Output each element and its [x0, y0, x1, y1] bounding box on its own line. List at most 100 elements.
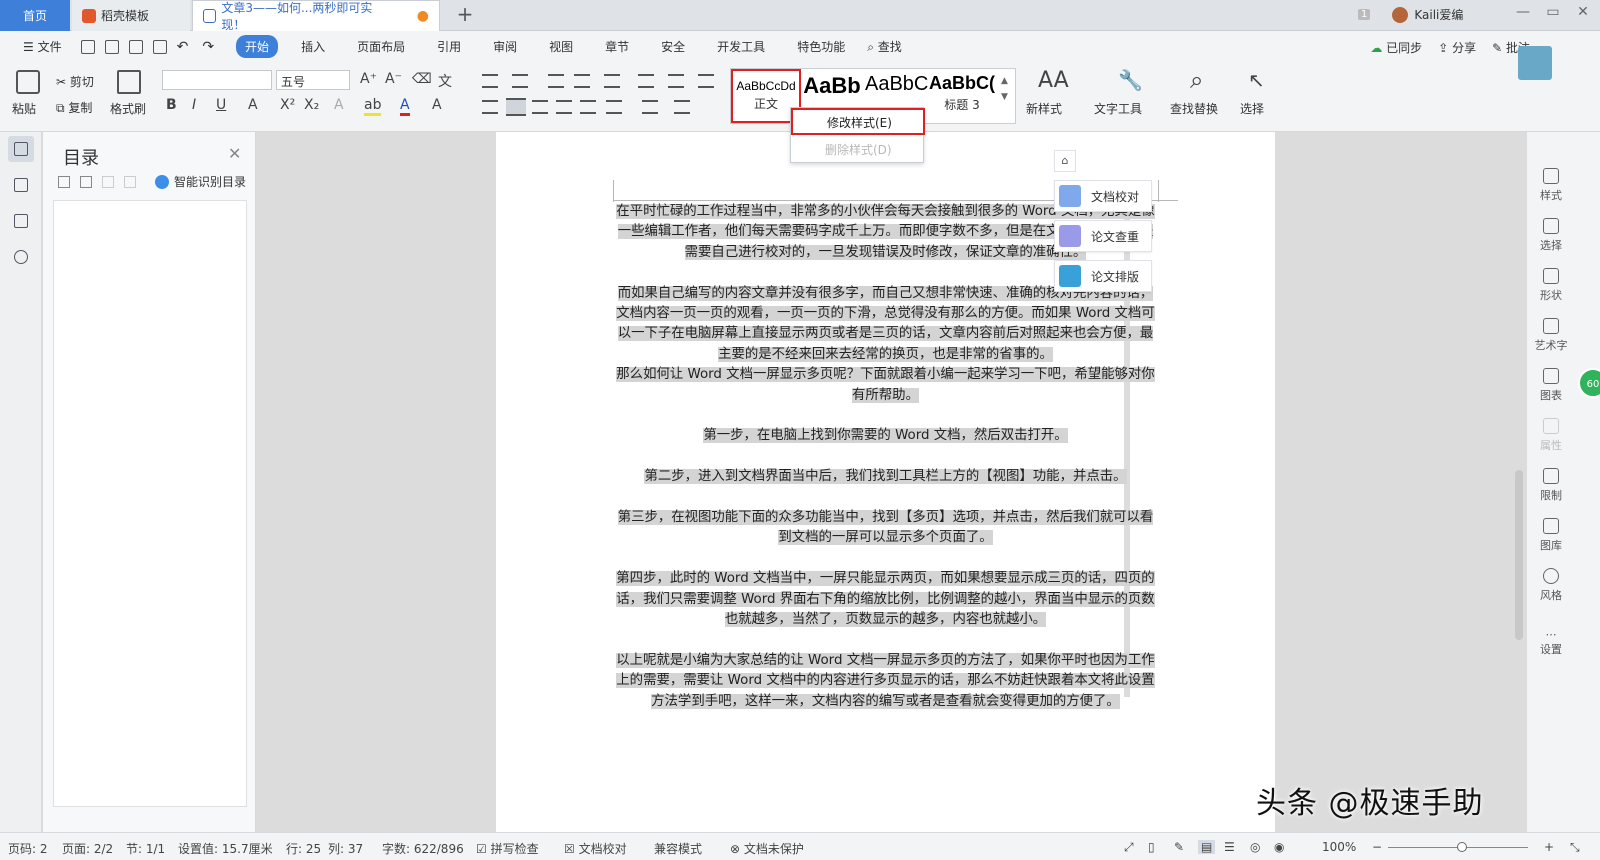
paragraph[interactable]: 那么如何让 Word 文档一屏显示多页呢？下面就跟着小编一起来学习一下吧，希望能… [613, 365, 1158, 406]
increase-indent-icon[interactable] [574, 74, 590, 88]
rail-settings[interactable]: ⋯ 设置 [1527, 628, 1575, 657]
char-shading-icon[interactable]: A [432, 97, 442, 113]
toc-toggle[interactable] [8, 136, 34, 162]
rail-restrict[interactable]: 限制 [1527, 468, 1575, 503]
share-button[interactable]: ⇪ 分享 [1438, 39, 1476, 56]
redo-icon[interactable]: ↷ [202, 39, 214, 55]
paragraph[interactable]: 第三步，在视图功能下面的众多功能当中，找到【多页】选项，并点击，然后我们就可以看… [613, 508, 1158, 549]
gallery-scroll-icon[interactable]: ▲ ▼ [1001, 73, 1008, 105]
style-heading1[interactable]: AaBb [801, 73, 863, 99]
print-preview-icon[interactable] [152, 39, 167, 54]
menu-features[interactable]: 特色功能 [788, 35, 854, 58]
undo-icon[interactable]: ↶ [177, 39, 189, 55]
zoom-level[interactable]: 100% [1322, 840, 1356, 854]
menu-section[interactable]: 章节 [596, 35, 638, 58]
shading-icon[interactable] [642, 100, 658, 114]
paste-label[interactable]: 粘贴 [12, 100, 36, 117]
tab-document[interactable]: 文章3——如何...两秒即可实现！ ● [192, 0, 440, 32]
status-words[interactable]: 字数: 622/896 [382, 840, 464, 857]
write-mode-icon[interactable]: ✎ [1174, 840, 1184, 854]
font-grow-icon[interactable]: A⁺ [360, 71, 377, 87]
rail-chart[interactable]: 图表 [1527, 368, 1575, 403]
menu-view[interactable]: 视图 [540, 35, 582, 58]
sort-icon[interactable] [638, 74, 654, 88]
user-area[interactable]: 1 Kaili爱编 [1358, 6, 1463, 23]
clear-format-icon[interactable]: ⌫ [412, 71, 432, 87]
tab-home[interactable]: 首页 [0, 0, 70, 31]
paragraph[interactable]: 而如果自己编写的内容文章并没有很多字，而自己又想非常快速、准确的核对完内容的话，… [613, 284, 1158, 366]
bullet-list-icon[interactable] [482, 74, 498, 88]
export-icon[interactable] [104, 39, 119, 54]
outline-view-icon[interactable]: ☰ [1224, 840, 1235, 854]
new-tab-button[interactable]: + [452, 2, 478, 26]
text-effect-icon[interactable]: A [334, 97, 344, 113]
underline-icon[interactable]: U [216, 97, 226, 113]
document-area[interactable]: 在平时忙碌的工作过程当中，非常多的小伙伴会每天会接触到很多的 Word 文档，尤… [257, 132, 1527, 832]
collapse-icon[interactable] [80, 176, 92, 188]
status-setting[interactable]: 设置值: 15.7厘米 [178, 840, 273, 857]
numbered-list-icon[interactable] [512, 74, 528, 88]
protect-button[interactable]: ⊗ 文档未保护 [730, 840, 804, 857]
page-view-icon[interactable]: ▤ [1198, 840, 1216, 854]
tab-templates[interactable]: 稻壳模板 [72, 0, 190, 31]
align-left-icon[interactable] [482, 100, 498, 114]
minimize-button[interactable]: — [1512, 4, 1534, 20]
distribute-icon[interactable] [580, 100, 596, 114]
sync-button[interactable]: ☁ 已同步 [1370, 39, 1422, 56]
print-icon[interactable] [128, 39, 143, 54]
borders-icon[interactable] [674, 100, 690, 114]
font-color-icon[interactable]: A [400, 97, 410, 116]
menu-page-layout[interactable]: 页面布局 [348, 35, 414, 58]
style-heading2[interactable]: AaBbC [865, 73, 928, 96]
style-heading3[interactable]: AaBbC( 标题 3 [929, 73, 995, 113]
menu-search[interactable]: ⌕ 查找 [858, 35, 911, 58]
format-painter-label[interactable]: 格式刷 [110, 100, 146, 117]
rail-select[interactable]: 选择 [1527, 218, 1575, 253]
status-row[interactable]: 行: 25 [286, 840, 321, 857]
find-replace-icon[interactable]: ⌕ [1190, 66, 1203, 94]
align-right-icon[interactable] [532, 100, 548, 114]
cut-button[interactable]: ✂ 剪切 [56, 73, 94, 90]
paragraph[interactable]: 以上呢就是小编为大家总结的让 Word 文档一屏显示多页的方法了，如果你平时也因… [613, 651, 1158, 712]
fit-icon[interactable]: ⤡ [1570, 840, 1580, 855]
font-size-select[interactable]: 五号 [276, 70, 350, 90]
menu-file[interactable]: ☰ 文件 [14, 35, 71, 58]
new-style-icon[interactable]: AA [1038, 68, 1069, 93]
find-replace-label[interactable]: 查找替换 [1170, 100, 1218, 117]
paste-icon[interactable] [16, 70, 40, 94]
superscript-icon[interactable]: X² [280, 97, 295, 113]
menu-references[interactable]: 引用 [428, 35, 470, 58]
proof-button[interactable]: ☒ 文档校对 [564, 840, 627, 857]
rail-shapes[interactable]: 形状 [1527, 268, 1575, 303]
new-style-label[interactable]: 新样式 [1026, 100, 1062, 117]
rail-theme[interactable]: 风格 [1527, 568, 1575, 603]
paragraph[interactable]: 第一步，在电脑上找到你需要的 Word 文档，然后双击打开。 [613, 426, 1158, 446]
spell-check-button[interactable]: ☑ 拼写检查 [476, 840, 539, 857]
bold-icon[interactable]: B [166, 97, 177, 113]
text-tools-label[interactable]: 文字工具 [1094, 100, 1142, 117]
outline-toggle[interactable] [8, 172, 34, 198]
status-col[interactable]: 列: 37 [328, 840, 363, 857]
chinese-layout-icon[interactable] [604, 74, 620, 88]
wrench-icon[interactable]: 🔧 [1118, 68, 1143, 92]
zoom-slider-handle[interactable] [1457, 842, 1467, 852]
eye-care-icon[interactable]: ◉ [1274, 840, 1284, 854]
paragraph[interactable]: 第四步，此时的 Word 文档当中，一屏只能显示两页，而如果想要显示成三页的话，… [613, 569, 1158, 630]
close-icon[interactable]: ✕ [228, 144, 241, 163]
spacing-icon[interactable] [606, 100, 622, 114]
select-label[interactable]: 选择 [1240, 100, 1264, 117]
justify-icon[interactable] [556, 100, 572, 114]
paragraph[interactable]: 第二步，进入到文档界面当中后，我们找到工具栏上方的【视图】功能，并点击。 [613, 467, 1158, 487]
cursor-icon[interactable]: ↖ [1248, 68, 1265, 92]
avatar[interactable] [1392, 6, 1409, 23]
highlight-icon[interactable]: ab [364, 97, 382, 116]
menu-developer[interactable]: 开发工具 [708, 35, 774, 58]
paper-check-button[interactable]: 论文查重 [1054, 220, 1152, 252]
status-pages[interactable]: 页面: 2/2 [62, 840, 113, 857]
modify-style-item[interactable]: 修改样式(E) [791, 108, 925, 135]
smart-toc-button[interactable]: 智能识别目录 [155, 173, 246, 190]
rail-gallery[interactable]: 图库 [1527, 518, 1575, 553]
font-name-select[interactable] [162, 70, 272, 90]
toc-list[interactable] [53, 200, 247, 807]
phonetic-icon[interactable]: 文 [438, 71, 452, 91]
